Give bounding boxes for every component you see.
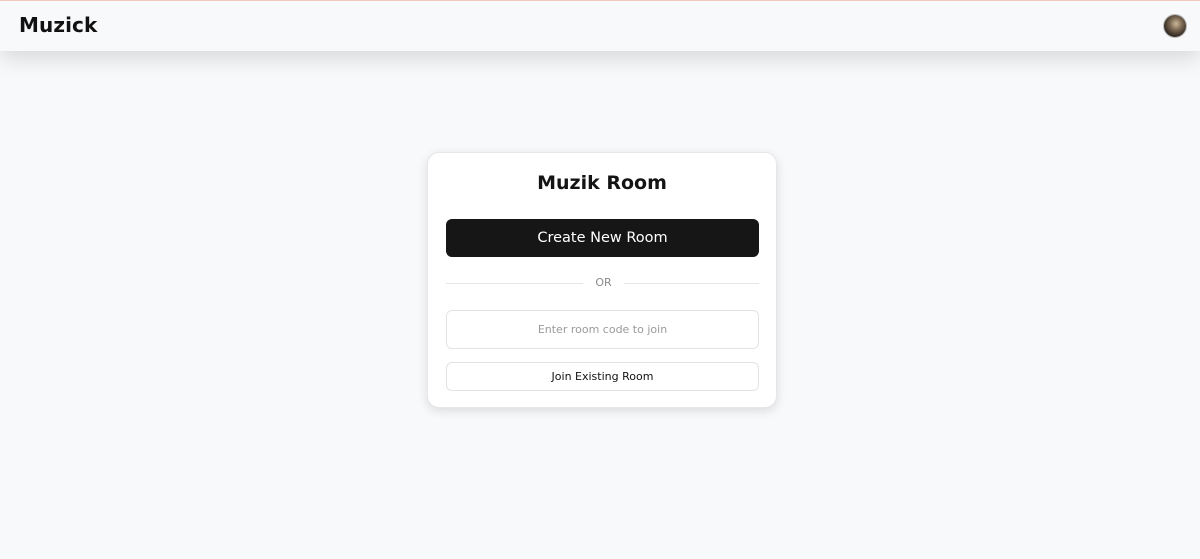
- app-brand[interactable]: Muzick: [19, 13, 97, 37]
- divider-line-left: [446, 283, 583, 284]
- card-title: Muzik Room: [537, 172, 667, 194]
- top-navbar: Muzick: [0, 0, 1200, 51]
- user-avatar-icon[interactable]: [1164, 15, 1186, 37]
- divider-line-right: [624, 283, 759, 284]
- join-room-button[interactable]: Join Existing Room: [446, 362, 759, 391]
- room-card: Muzik Room Create New Room OR Join Exist…: [427, 152, 777, 408]
- create-room-button[interactable]: Create New Room: [446, 219, 759, 257]
- room-code-input[interactable]: [446, 310, 759, 349]
- or-divider-label: OR: [595, 276, 612, 289]
